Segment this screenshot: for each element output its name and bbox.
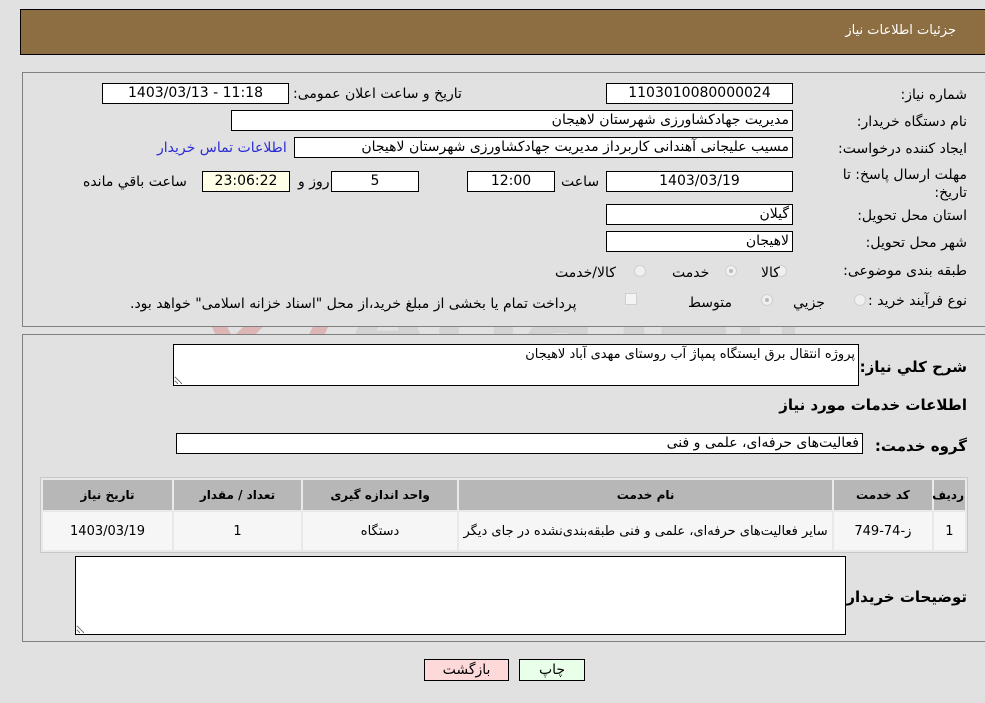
time-remaining-field: 23:06:22 [202,171,290,192]
deadline-time-field: 12:00 [467,171,555,192]
city-field: لاهیجان [606,231,793,252]
buyer-org-label: نام دستگاه خریدار: [856,114,967,130]
category-option-goods-service: کالا/خدمت [555,265,616,281]
requester-label: ایجاد کننده درخواست: [838,141,967,157]
deadline-label: مهلت ارسال پاسخ: تا تاریخ: [842,167,967,201]
treasury-note: پرداخت تمام یا بخشی از مبلغ خرید،از محل … [130,296,577,312]
buyer-contact-link[interactable]: اطلاعات تماس خریدار [157,140,287,156]
category-radio-service[interactable] [725,265,737,277]
announce-datetime-field: 1403/03/13 - 11:18 [102,83,289,104]
requester-field: مسیب علیجانی آهندانی کاربرداز مدیریت جها… [294,137,793,158]
purchase-type-label: نوع فرآیند خرید : [868,293,967,309]
purchase-radio-medium[interactable] [761,294,773,306]
cell-quantity: 1 [174,512,301,550]
city-label: شهر محل تحویل: [865,235,967,251]
announce-datetime-label: تاریخ و ساعت اعلان عمومی: [293,86,462,102]
service-group-field: فعالیت‌های حرفه‌ای، علمی و فنی [176,433,863,454]
purchase-option-minor: جزيي [793,295,825,311]
column-header-unit: واحد اندازه گیری [302,480,458,510]
cell-row-number: 1 [933,512,965,550]
buyer-notes-label: توضیحات خریدار: [840,588,967,606]
deadline-time-label: ساعت [561,174,600,190]
column-header-row-number: ردیف [932,480,965,510]
table-row: 1 ز-74-749 سایر فعالیت‌های حرفه‌ای، علمی… [43,512,965,550]
category-option-service: خدمت [672,265,710,281]
province-field: گیلان [606,204,793,225]
services-table: ردیف کد خدمت نام خدمت واحد اندازه گیری ت… [40,477,968,553]
purchase-option-medium: متوسط [688,295,732,311]
treasury-checkbox[interactable] [625,293,637,305]
need-number-label: شماره نیاز: [900,87,968,103]
back-button[interactable]: بازگشت [424,659,509,681]
services-heading: اطلاعات خدمات مورد نیاز [779,396,967,414]
column-header-service-name: نام خدمت [459,480,833,510]
page-title: جزئیات اطلاعات نیاز [845,23,956,38]
cell-service-name: سایر فعالیت‌های حرفه‌ای، علمی و فنی طبقه… [459,512,833,550]
print-button[interactable]: چاپ [519,659,585,681]
column-header-need-date: تاریخ نیاز [43,480,173,510]
buyer-org-field: مدیریت جهادکشاورزی شهرستان لاهیجان [231,110,793,131]
table-header-row: ردیف کد خدمت نام خدمت واحد اندازه گیری ت… [43,480,965,510]
deadline-date-field: 1403/03/19 [606,171,793,192]
page-header: جزئیات اطلاعات نیاز [20,9,985,55]
purchase-radio-minor[interactable] [854,294,866,306]
province-label: استان محل تحویل: [857,208,967,224]
description-textarea[interactable]: پروژه انتقال برق ایستگاه پمپاژ آب روستای… [173,344,859,386]
category-option-goods: کالا [761,265,780,281]
column-header-quantity: تعداد / مقدار [174,480,301,510]
category-label: طبقه بندی موضوعی: [843,263,967,279]
service-group-label: گروه خدمت: [874,437,967,455]
cell-service-code: ز-74-749 [834,512,932,550]
category-radio-goods-service[interactable] [634,265,646,277]
time-remaining-label: ساعت باقي مانده [83,174,187,190]
need-number-field: 1103010080000024 [606,83,793,104]
description-label: شرح كلي نياز: [859,358,967,376]
days-remaining-field: 5 [331,171,419,192]
buyer-notes-textarea[interactable] [75,556,846,635]
column-header-service-code: کد خدمت [834,480,932,510]
cell-need-date: 1403/03/19 [43,512,173,550]
cell-unit: دستگاه [302,512,458,550]
days-label: روز و [298,174,330,190]
